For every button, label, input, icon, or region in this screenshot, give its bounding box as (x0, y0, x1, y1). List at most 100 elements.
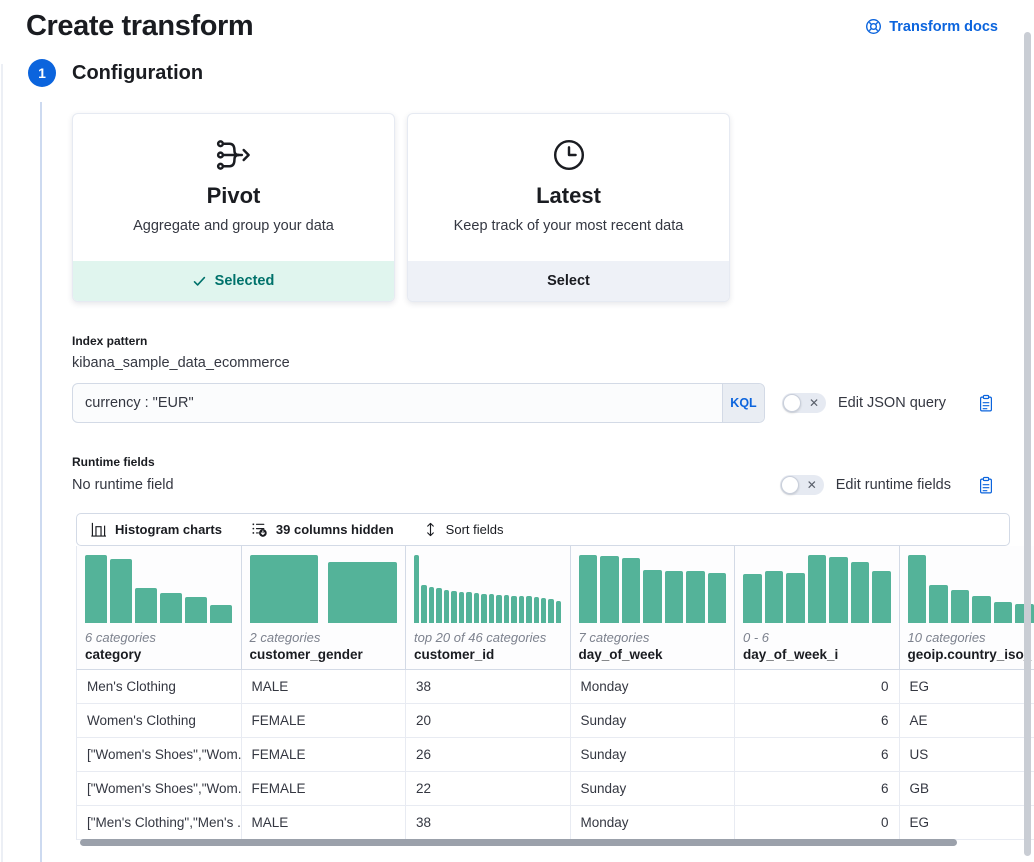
grid-cell[interactable]: 6 (735, 704, 900, 737)
histogram-bar (622, 558, 641, 623)
column-header-geoip.country_iso_[interactable]: 10 categoriesgeoip.country_iso_ (900, 546, 1034, 669)
grid-cell[interactable]: FEMALE (242, 772, 407, 805)
grid-cell[interactable]: ["Women's Shoes","Wom... (77, 772, 242, 805)
histogram-bar (994, 602, 1013, 623)
grid-cell[interactable]: FEMALE (242, 704, 407, 737)
histogram-bar (600, 556, 619, 623)
grid-cell[interactable]: MALE (242, 670, 407, 703)
latest-footer-label: Select (547, 273, 590, 289)
toggle-knob (783, 394, 801, 412)
column-histogram (908, 555, 1034, 623)
histogram-bar (511, 596, 516, 623)
grid-cell[interactable]: 0 (735, 670, 900, 703)
histogram-bar (951, 590, 970, 623)
column-header-customer_gender[interactable]: 2 categoriescustomer_gender (242, 546, 407, 669)
edit-runtime-fields-toggle[interactable]: ✕ (780, 475, 824, 495)
grid-cell[interactable]: 6 (735, 738, 900, 771)
pivot-card-title: Pivot (207, 183, 261, 209)
preview-data-grid: Histogram charts (76, 513, 1034, 840)
histogram-bar (160, 593, 182, 623)
column-header-customer_id[interactable]: top 20 of 46 categoriescustomer_id (406, 546, 571, 669)
histogram-bar (556, 601, 561, 623)
grid-cell[interactable]: Sunday (571, 704, 736, 737)
copy-json-query-button[interactable] (978, 394, 994, 413)
grid-cell[interactable]: Sunday (571, 772, 736, 805)
copy-runtime-fields-button[interactable] (978, 476, 994, 495)
runtime-controls: ✕ Edit runtime fields (780, 475, 1010, 495)
grid-cell[interactable]: 38 (406, 806, 571, 839)
kql-language-button[interactable]: KQL (722, 384, 764, 422)
latest-select-button[interactable]: Select (408, 261, 729, 301)
histogram-bar (466, 592, 471, 623)
table-row: ["Men's Clothing","Men's ...MALE38Monday… (77, 806, 1034, 840)
column-name: customer_gender (250, 646, 398, 664)
grid-cell[interactable]: US (900, 738, 1034, 771)
toggle-off-x-icon: ✕ (807, 479, 817, 491)
column-caption: top 20 of 46 categories (414, 630, 562, 646)
columns-hidden-button[interactable]: 39 columns hidden (252, 522, 394, 537)
transform-docs-label: Transform docs (889, 19, 998, 35)
histogram-bar (451, 591, 456, 623)
column-caption: 0 - 6 (743, 630, 891, 646)
histogram-bar (185, 597, 207, 623)
grid-cell[interactable]: Sunday (571, 738, 736, 771)
grid-cell[interactable]: AE (900, 704, 1034, 737)
grid-cell[interactable]: FEMALE (242, 738, 407, 771)
step-connector-line (40, 102, 42, 862)
grid-cell[interactable]: EG (900, 806, 1034, 839)
column-header-category[interactable]: 6 categoriescategory (77, 546, 242, 669)
grid-cell[interactable]: MALE (242, 806, 407, 839)
grid-cell[interactable]: 6 (735, 772, 900, 805)
grid-cell[interactable]: 22 (406, 772, 571, 805)
column-name: geoip.country_iso_ (908, 646, 1028, 664)
pivot-footer-label: Selected (215, 273, 275, 289)
pivot-card[interactable]: Pivot Aggregate and group your data Sele… (72, 113, 395, 302)
column-header-day_of_week[interactable]: 7 categoriesday_of_week (571, 546, 736, 669)
grid-cell[interactable]: GB (900, 772, 1034, 805)
grid-cell[interactable]: Monday (571, 670, 736, 703)
grid-cell[interactable]: Women's Clothing (77, 704, 242, 737)
sort-fields-button[interactable]: Sort fields (424, 522, 504, 537)
grid-cell[interactable]: Men's Clothing (77, 670, 242, 703)
pivot-selected-button[interactable]: Selected (73, 261, 394, 301)
index-pattern-value: kibana_sample_data_ecommerce (72, 355, 1010, 371)
grid-cell[interactable]: 20 (406, 704, 571, 737)
vertical-scrollbar[interactable] (1024, 32, 1031, 856)
columns-hidden-label: 39 columns hidden (276, 522, 394, 537)
latest-card-title: Latest (536, 183, 601, 209)
grid-cell[interactable]: 0 (735, 806, 900, 839)
transform-docs-link[interactable]: Transform docs (865, 18, 998, 35)
column-caption: 7 categories (579, 630, 727, 646)
histogram-charts-label: Histogram charts (115, 522, 222, 537)
horizontal-scrollbar[interactable] (80, 839, 957, 846)
column-histogram (250, 555, 398, 623)
grid-cell[interactable]: ["Men's Clothing","Men's ... (77, 806, 242, 839)
latest-card[interactable]: Latest Keep track of your most recent da… (407, 113, 730, 302)
grid-cell[interactable]: Monday (571, 806, 736, 839)
column-name: day_of_week_i (743, 646, 891, 664)
help-ring-icon (865, 18, 882, 35)
grid-body: Men's ClothingMALE38Monday0EGWomen's Clo… (76, 670, 1034, 840)
edit-json-query-label: Edit JSON query (838, 395, 946, 411)
histogram-bar (504, 595, 509, 623)
histogram-charts-button[interactable]: Histogram charts (91, 522, 222, 537)
toggle-off-x-icon: ✕ (809, 397, 819, 409)
histogram-bar (110, 559, 132, 623)
histogram-bar (929, 585, 948, 623)
edit-json-query-toggle[interactable]: ✕ (782, 393, 826, 413)
histogram-bar (579, 555, 598, 623)
column-name: customer_id (414, 646, 562, 664)
histogram-bar (519, 596, 524, 623)
grid-cell[interactable]: 38 (406, 670, 571, 703)
grid-cell[interactable]: ["Women's Shoes","Wom... (77, 738, 242, 771)
grid-cell[interactable]: 26 (406, 738, 571, 771)
column-header-day_of_week_i[interactable]: 0 - 6day_of_week_i (735, 546, 900, 669)
grid-cell[interactable]: EG (900, 670, 1034, 703)
kql-query-input[interactable] (73, 395, 722, 411)
histogram-bar (534, 597, 539, 623)
column-histogram (414, 555, 562, 623)
clipboard-copy-icon (978, 394, 994, 413)
latest-card-description: Keep track of your most recent data (454, 218, 684, 234)
edit-runtime-fields-label: Edit runtime fields (836, 477, 951, 493)
histogram-bar (743, 574, 762, 623)
